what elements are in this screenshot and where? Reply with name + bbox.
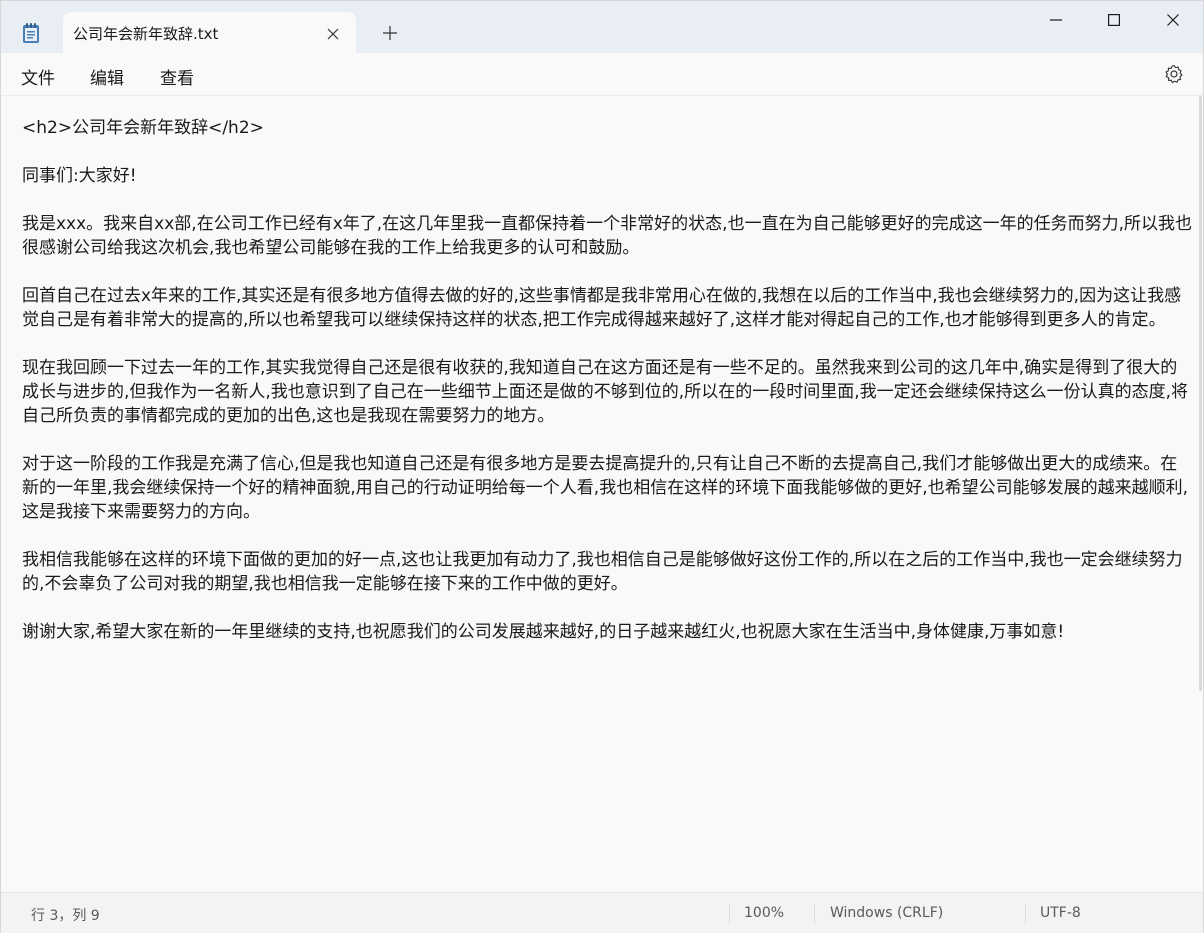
plus-icon [383, 26, 397, 40]
settings-button[interactable] [1163, 63, 1185, 85]
tab-title: 公司年会新年致辞.txt [73, 25, 219, 43]
notepad-window: 公司年会新年致辞.txt 文件 编辑 查看 <h2>公司年会新年致辞</h2> … [0, 0, 1204, 933]
new-tab-button[interactable] [377, 20, 403, 46]
status-divider [729, 904, 730, 924]
encoding[interactable]: UTF-8 [1040, 905, 1081, 921]
title-bar[interactable]: 公司年会新年致辞.txt [1, 1, 1203, 53]
line-ending[interactable]: Windows (CRLF) [830, 905, 943, 921]
cursor-position[interactable]: 行 3，列 9 [31, 905, 100, 925]
close-icon [327, 28, 339, 40]
status-divider [814, 904, 815, 924]
notepad-icon [21, 22, 41, 44]
gear-icon [1165, 64, 1183, 84]
text-line: 谢谢大家,希望大家在新的一年里继续的支持,也祝愿我们的公司发展越来越好,的日子越… [22, 622, 1065, 642]
text-line: <h2>公司年会新年致辞</h2> [22, 118, 264, 138]
text-line: 回首自己在过去x年来的工作,其实还是有很多地方值得去做的好的,这些事情都是我非常… [22, 286, 1182, 330]
tab-close-button[interactable] [321, 22, 345, 46]
menu-file[interactable]: 文件 [19, 64, 57, 89]
minimize-button[interactable] [1027, 1, 1085, 39]
window-close-button[interactable] [1144, 1, 1202, 39]
zoom-level[interactable]: 100% [744, 905, 784, 921]
minimize-icon [1050, 19, 1062, 21]
maximize-button[interactable] [1085, 1, 1143, 39]
tab-document[interactable]: 公司年会新年致辞.txt [63, 12, 356, 53]
menu-bar: 文件 编辑 查看 [1, 53, 1203, 96]
maximize-icon [1108, 14, 1120, 26]
text-line: 同事们:大家好! [22, 166, 137, 186]
menu-edit[interactable]: 编辑 [88, 64, 126, 89]
text-line: 对于这一阶段的工作我是充满了信心,但是我也知道自己还是有很多地方是要去提高提升的… [22, 454, 1189, 522]
close-icon [1167, 14, 1179, 26]
text-line: 现在我回顾一下过去一年的工作,其实我觉得自己还是很有收获的,我知道自己在这方面还… [22, 358, 1189, 426]
text-line: 我相信我能够在这样的环境下面做的更加的好一点,这也让我更加有动力了,我也相信自己… [22, 550, 1183, 594]
document-text[interactable]: <h2>公司年会新年致辞</h2> 同事们:大家好! 我是xxx。我来自xx部,… [22, 116, 1194, 668]
status-bar: 行 3，列 9 100% Windows (CRLF) UTF-8 [1, 892, 1203, 933]
menu-view[interactable]: 查看 [158, 64, 196, 89]
text-line: 我是xxx。我来自xx部,在公司工作已经有x年了,在这几年里我一直都保持着一个非… [22, 214, 1192, 258]
status-divider [1025, 904, 1026, 924]
vertical-scrollbar[interactable] [1199, 96, 1202, 691]
text-editor[interactable]: <h2>公司年会新年致辞</h2> 同事们:大家好! 我是xxx。我来自xx部,… [1, 96, 1203, 891]
